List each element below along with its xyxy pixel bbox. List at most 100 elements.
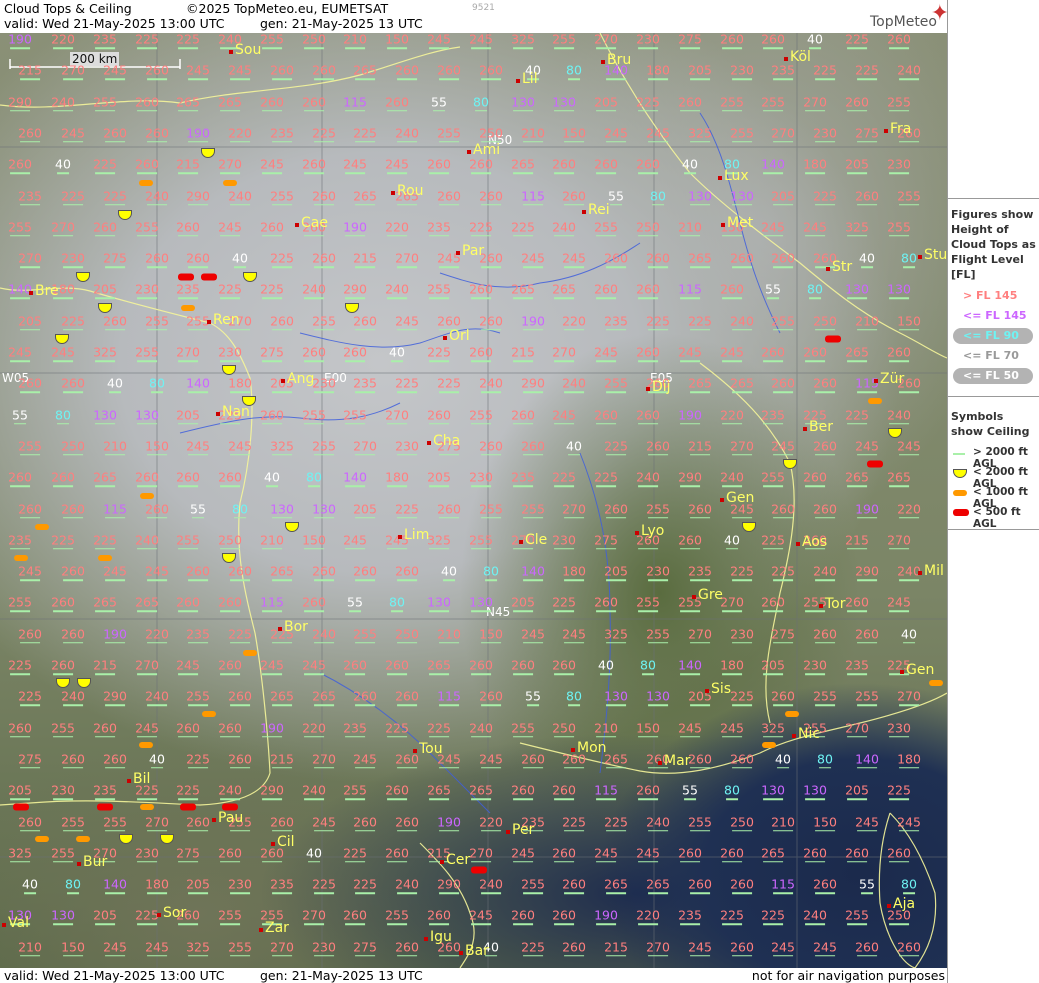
flight-level-label: 40: [264, 471, 280, 487]
flight-level-label: 260: [260, 220, 284, 237]
flight-level-label: 260: [343, 909, 367, 926]
flight-level-label: 245: [897, 440, 921, 456]
flight-level-label: 235: [604, 314, 628, 331]
flight-level-label: 130: [688, 189, 712, 206]
flight-level-label: 205: [604, 565, 628, 581]
flight-level-label: 245: [312, 815, 336, 832]
flight-level-label: 260: [427, 408, 451, 425]
flight-level-label: 245: [469, 909, 493, 926]
flight-level-label: 270: [302, 909, 326, 926]
flight-level-label: 260: [186, 815, 210, 832]
flight-level-label: 260: [855, 627, 879, 644]
flight-level-label: 250: [636, 220, 660, 237]
flight-level-label: 205: [186, 878, 210, 894]
flight-level-label: 220: [228, 127, 252, 143]
flight-level-label: 260: [343, 346, 367, 362]
flight-level-label: 150: [61, 940, 85, 957]
flight-level-label: 180: [646, 64, 670, 81]
flight-level-label: 210: [343, 33, 367, 49]
flight-level-label: 225: [845, 408, 869, 425]
flight-level-label: 225: [720, 909, 744, 926]
flight-level-label: 265: [353, 64, 377, 81]
flight-level-label: 235: [845, 659, 869, 675]
city-label: Nan: [216, 404, 250, 420]
flight-level-label: 205: [353, 502, 377, 519]
flight-level-label: 260: [730, 878, 754, 894]
flight-level-label: 245: [887, 596, 911, 613]
flight-level-label: 130: [845, 283, 869, 300]
flight-level-label: 205: [427, 471, 451, 487]
ceiling-line-icon: [953, 453, 965, 455]
flight-level-label: 270: [887, 533, 911, 550]
flight-level-label: 250: [395, 627, 419, 644]
flight-level-label: 260: [93, 721, 117, 738]
flight-level-label: 260: [270, 815, 294, 832]
flight-level-label: 260: [604, 252, 628, 268]
flight-level-label: 40: [807, 33, 823, 49]
valid-time: valid: Wed 21-May-2025 13:00 UTC: [4, 16, 225, 31]
symbol-legend-title: Symbols show Ceiling: [951, 410, 1030, 438]
flight-level-label: 275: [18, 753, 42, 769]
flight-level-label: 290: [8, 95, 32, 112]
city-label: Zar: [259, 920, 289, 936]
city-label: Ber: [803, 419, 833, 435]
flight-level-label: 260: [604, 502, 628, 519]
flight-level-label: 245: [646, 127, 670, 143]
flight-level-label: 260: [720, 283, 744, 300]
flight-level-label: 190: [855, 502, 879, 519]
flight-level-label: 260: [427, 909, 451, 926]
fl-legend-title: Figures show Height of Cloud Tops as Fli…: [951, 208, 1036, 281]
flight-level-label: 260: [636, 283, 660, 300]
flight-level-label: 210: [521, 127, 545, 143]
flight-level-label: 130: [93, 408, 117, 425]
flight-level-label: 260: [218, 659, 242, 675]
flight-level-label: 260: [594, 283, 618, 300]
flight-level-label: 245: [469, 33, 493, 49]
flight-level-label: 270: [176, 346, 200, 362]
flight-level-label: 225: [176, 33, 200, 49]
flight-level-label: 255: [646, 627, 670, 644]
flight-level-label: 250: [813, 314, 837, 331]
flight-level-label: 275: [771, 627, 795, 644]
flight-level-label: 215: [604, 940, 628, 957]
symbol-legend-item: < 2000 ft AGL: [951, 465, 1037, 490]
flight-level-label: 260: [562, 189, 586, 206]
flight-level-label: 245: [688, 940, 712, 957]
flight-level-label: 240: [302, 283, 326, 300]
flight-level-label: 225: [594, 471, 618, 487]
flight-level-label: 270: [720, 596, 744, 613]
flight-level-label: 55: [682, 784, 698, 800]
ceiling-under-1000-symbol: [35, 524, 49, 530]
flight-level-label: 260: [771, 252, 795, 268]
flight-level-label: 80: [389, 596, 405, 613]
flight-level-label: 260: [594, 596, 618, 613]
flight-level-label: 190: [594, 909, 618, 926]
ceiling-under-500-symbol: [201, 273, 217, 281]
city-label: Lim: [397, 527, 430, 543]
flight-level-label: 270: [395, 252, 419, 268]
ceiling-under-1000-symbol: [785, 711, 799, 717]
flight-level-label: 245: [218, 220, 242, 237]
flight-level-label: 230: [730, 64, 754, 81]
flight-level-label: 40: [682, 158, 698, 174]
flight-level-label: 265: [270, 565, 294, 581]
flight-level-label: 255: [260, 33, 284, 49]
flight-level-label: 260: [511, 784, 535, 800]
flight-level-label: 225: [552, 596, 576, 613]
flight-level-label: 255: [93, 95, 117, 112]
flight-level-label: 130: [887, 283, 911, 300]
flight-level-label: 140: [103, 878, 127, 894]
flight-level-label: 40: [775, 753, 791, 769]
flight-level-label: 115: [437, 690, 461, 707]
flight-level-label: 240: [887, 408, 911, 425]
flight-level-label: 250: [61, 440, 85, 456]
satellite-map[interactable]: 200 km W05 E00 E05 N50 N45 190 220 235 225 2…: [0, 33, 947, 968]
ceiling-under-1000-symbol: [868, 398, 882, 404]
flight-level-label: 240: [145, 690, 169, 707]
flight-level-label: 225: [353, 127, 377, 143]
flight-level-label: 245: [260, 659, 284, 675]
flight-level-label: 205: [761, 659, 785, 675]
flight-level-label: 260: [479, 440, 503, 456]
flight-level-label: 225: [688, 314, 712, 331]
flight-level-label: 225: [646, 314, 670, 331]
